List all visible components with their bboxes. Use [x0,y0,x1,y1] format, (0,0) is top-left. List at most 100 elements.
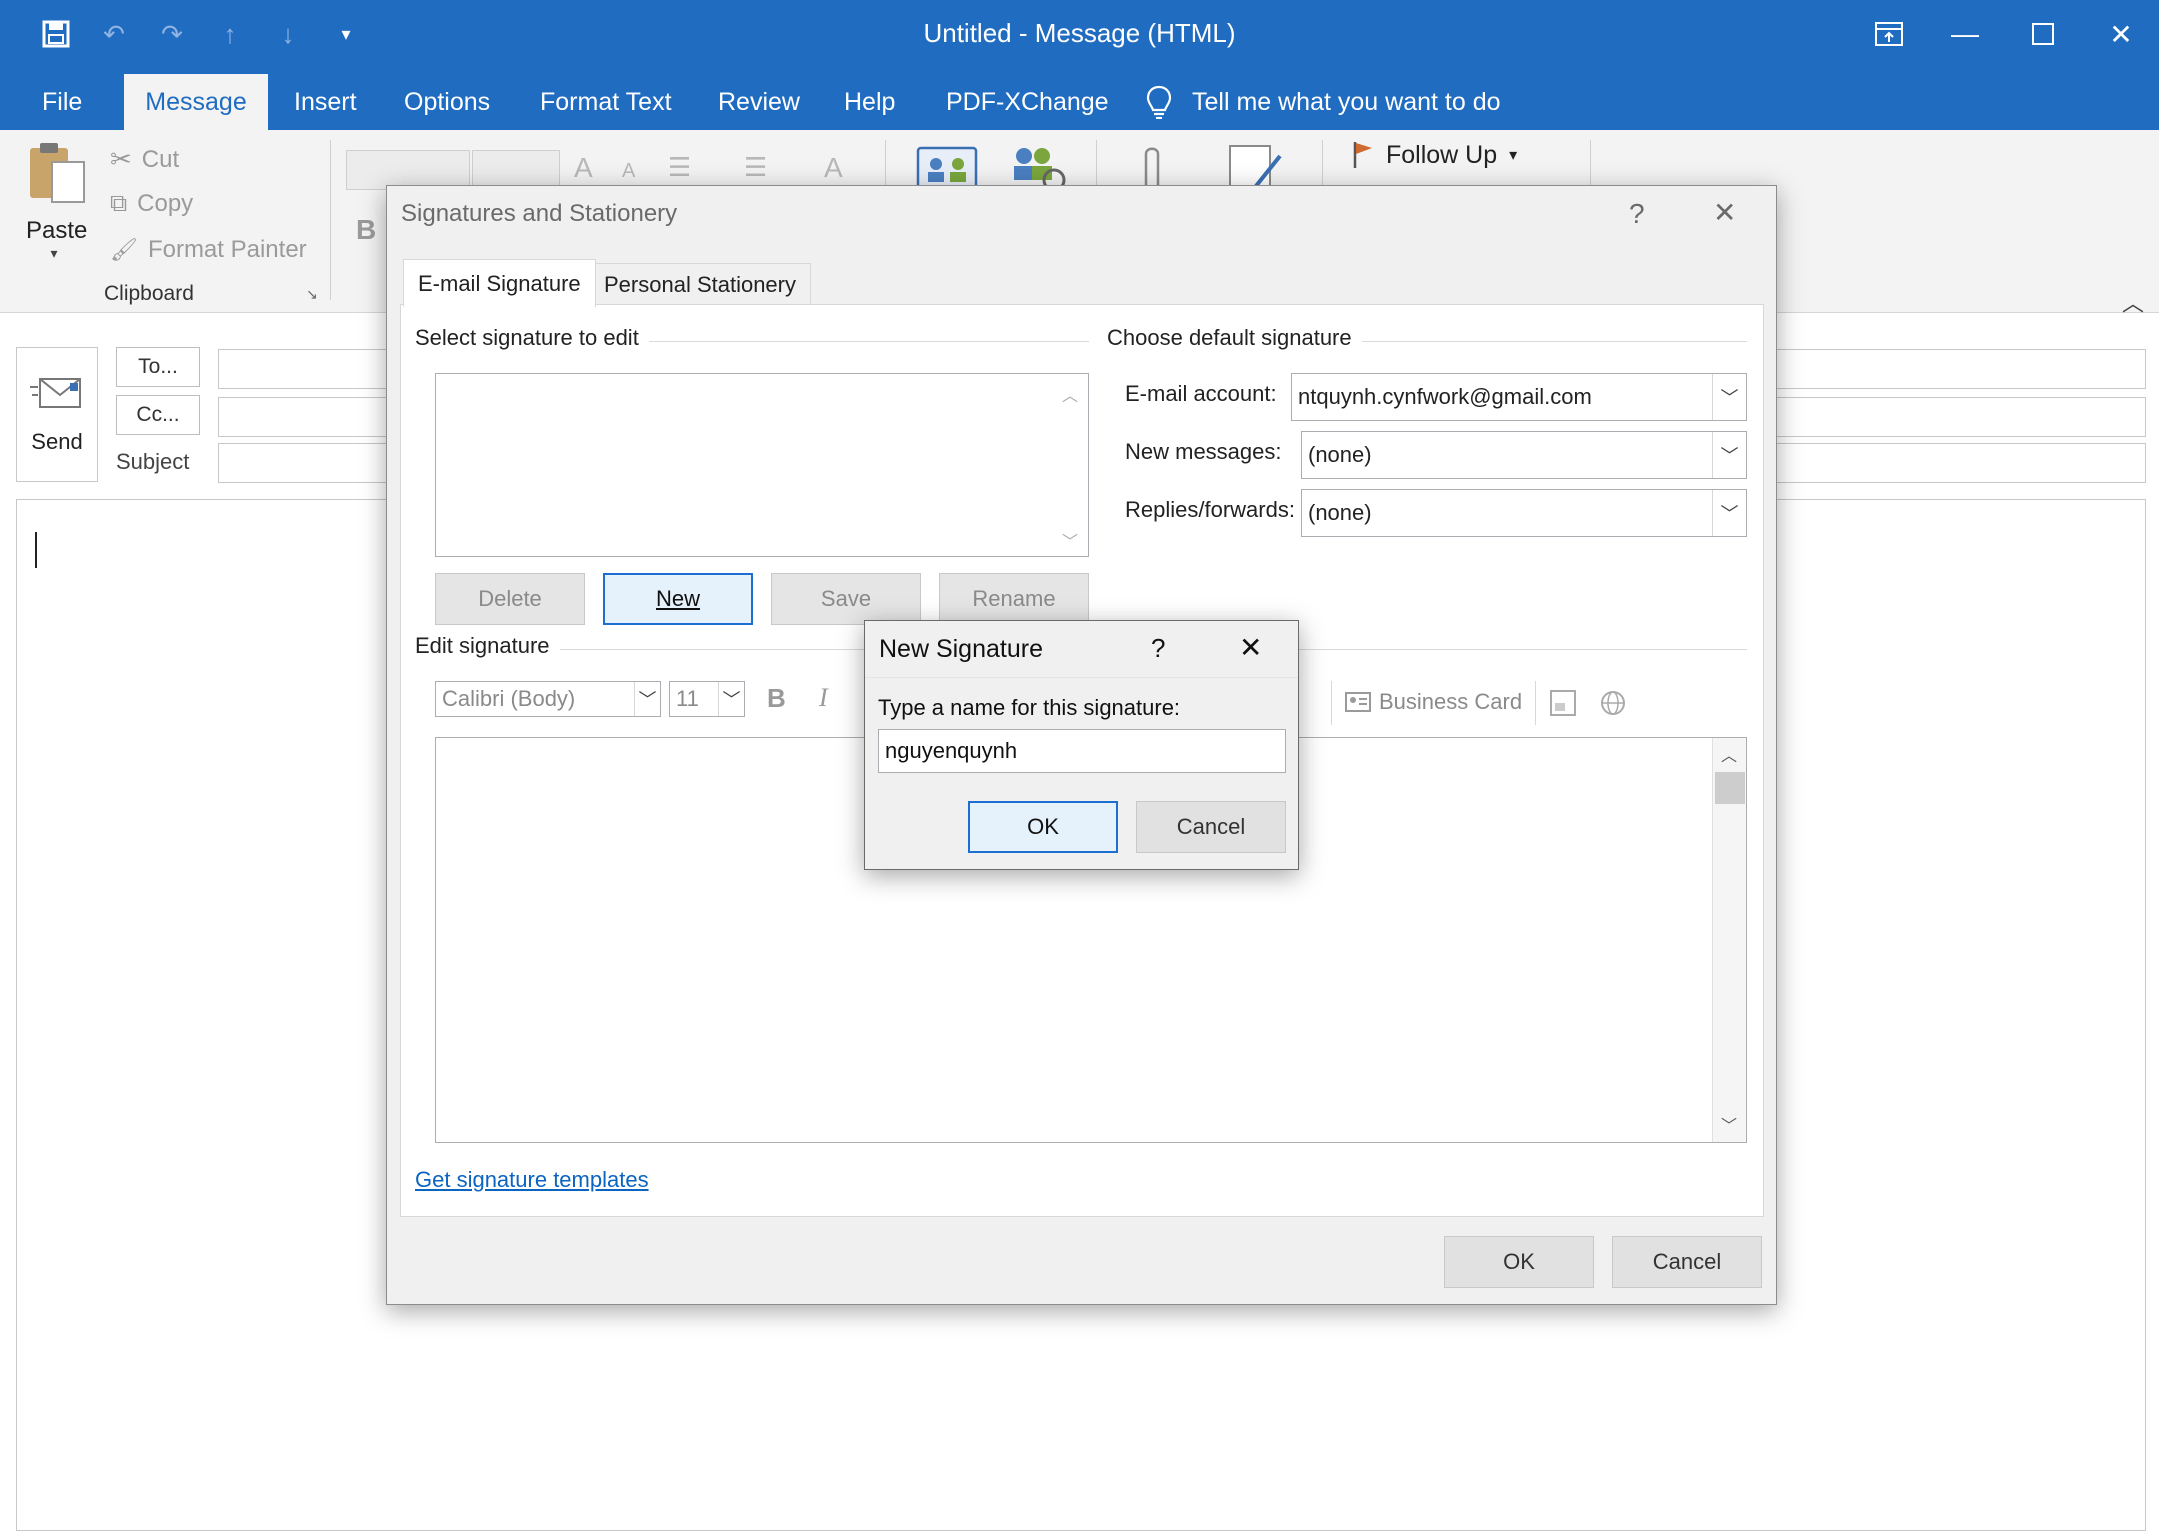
dialog-launcher-icon[interactable]: ↘ [306,286,318,303]
business-card-label: Business Card [1379,689,1523,714]
cut-label: Cut [141,145,180,173]
new-signature-ok-button[interactable]: OK [968,801,1118,853]
editor-scrollbar[interactable]: ︿ ﹀ [1712,738,1746,1142]
follow-up-label: Follow Up [1386,140,1498,169]
help-icon[interactable]: ? [1629,198,1645,230]
minimize-icon[interactable]: — [1930,8,2000,60]
copy-label: Copy [137,190,194,217]
replies-forwards-value: (none) [1308,500,1372,525]
font-value: Calibri (Body) [442,686,576,711]
size-value: 11 [676,686,699,711]
signature-name-value: nguyenquynh [885,738,1018,763]
follow-up-button[interactable]: Follow Up ▾ [1352,140,1517,170]
font-select[interactable]: Calibri (Body) ﹀ [435,681,661,717]
tab-message[interactable]: Message [124,74,268,130]
dialog-cancel-button[interactable]: Cancel [1612,1236,1762,1288]
grow-font-icon[interactable]: A [574,152,593,184]
new-signature-cancel-button[interactable]: Cancel [1136,801,1286,853]
scroll-down-icon[interactable]: ﹀ [1062,528,1078,552]
flag-icon [1353,142,1372,168]
tab-pdf-xchange[interactable]: PDF-XChange [922,74,1133,130]
ribbon-display-icon[interactable] [1854,8,1924,60]
tab-options[interactable]: Options [380,74,514,130]
insert-picture-icon[interactable] [1549,689,1579,724]
tab-personal-stationery-label: Personal Stationery [604,271,796,297]
email-account-value: ntquynh.cynfwork@gmail.com [1298,384,1592,409]
paste-dropdown-icon[interactable]: ▾ [26,245,82,262]
scroll-up-icon[interactable]: ︿ [1062,382,1078,406]
signature-list[interactable]: ︿ ﹀ [435,373,1089,557]
clipboard-group-label: Clipboard [104,282,194,305]
select-signature-label: Select signature to edit [415,325,649,351]
tab-help[interactable]: Help [820,74,919,130]
tab-personal-stationery[interactable]: Personal Stationery [589,263,811,305]
toolbar-separator [1535,681,1536,725]
scroll-down-icon[interactable]: ﹀ [1721,1112,1737,1136]
scissors-icon: ✂ [110,144,132,174]
replies-forwards-label: Replies/forwards: [1125,497,1295,522]
email-account-label: E-mail account: [1125,381,1277,406]
title-divider [865,677,1298,678]
tab-email-signature[interactable]: E-mail Signature [403,259,596,307]
tab-format-text[interactable]: Format Text [516,74,696,130]
copy-button[interactable]: ⧉ Copy [110,190,193,218]
send-envelope-icon [30,377,81,408]
scroll-up-icon[interactable]: ︿ [1721,742,1737,766]
new-messages-value: (none) [1308,442,1372,467]
chevron-down-icon: ﹀ [1712,374,1746,420]
font-name-combo[interactable] [346,150,470,190]
dialog-ok-button[interactable]: OK [1444,1236,1594,1288]
maximize-icon[interactable] [2008,8,2078,60]
chevron-down-icon: ﹀ [1712,490,1746,536]
subject-label: Subject [116,449,190,474]
close-icon[interactable]: ✕ [1713,196,1736,229]
paste-label: Paste [26,217,88,244]
paste-button[interactable]: Paste ▾ [26,140,96,290]
brush-icon: 🖌 [110,237,138,262]
tab-insert[interactable]: Insert [270,74,381,130]
tab-file[interactable]: File [18,74,106,130]
close-window-icon[interactable]: ✕ [2086,8,2156,60]
edit-signature-label: Edit signature [415,633,560,659]
copy-icon: ⧉ [110,190,128,217]
name-prompt-label: Type a name for this signature: [878,695,1181,720]
tell-me-search[interactable]: Tell me what you want to do [1146,74,1501,130]
chevron-down-icon: ﹀ [1712,432,1746,478]
clear-formatting-icon[interactable]: A [824,152,843,184]
help-icon[interactable]: ? [1151,633,1165,664]
new-signature-title: New Signature [879,635,1043,663]
lightbulb-icon [1146,85,1172,119]
new-button[interactable]: New [603,573,753,625]
format-painter-label: Format Painter [147,236,307,263]
replies-forwards-select[interactable]: (none) ﹀ [1301,489,1747,537]
dialog-title: Signatures and Stationery [401,200,678,227]
scroll-thumb[interactable] [1715,772,1745,804]
delete-button[interactable]: Delete [435,573,585,625]
new-messages-select[interactable]: (none) ﹀ [1301,431,1747,479]
shrink-font-icon[interactable]: A [622,160,635,183]
numbering-icon[interactable]: ☰ [744,152,767,183]
choose-default-label: Choose default signature [1107,325,1362,351]
business-card-button[interactable]: Business Card [1345,689,1522,715]
cut-button[interactable]: ✂ Cut [110,144,179,175]
cc-button[interactable]: Cc... [116,395,200,435]
bold-icon[interactable]: B [767,683,786,714]
to-button[interactable]: To... [116,347,200,387]
ribbon-separator [330,140,331,300]
email-account-select[interactable]: ntquynh.cynfwork@gmail.com ﹀ [1291,373,1747,421]
close-icon[interactable]: ✕ [1239,631,1262,664]
insert-hyperlink-icon[interactable] [1599,689,1631,726]
format-painter-button[interactable]: 🖌 Format Painter [110,236,307,264]
send-button[interactable]: Send [16,347,98,482]
text-cursor [35,532,37,568]
bold-icon[interactable]: B [356,214,376,246]
save-button[interactable]: Save [771,573,921,625]
signature-name-input[interactable]: nguyenquynh [878,729,1286,773]
rename-button[interactable]: Rename [939,573,1089,625]
bullets-icon[interactable]: ☰ [668,152,691,183]
get-templates-link[interactable]: Get signature templates [415,1167,649,1193]
tab-review[interactable]: Review [694,74,824,130]
italic-icon[interactable]: I [819,683,828,713]
font-size-combo[interactable] [472,150,560,190]
size-select[interactable]: 11 ﹀ [669,681,745,717]
